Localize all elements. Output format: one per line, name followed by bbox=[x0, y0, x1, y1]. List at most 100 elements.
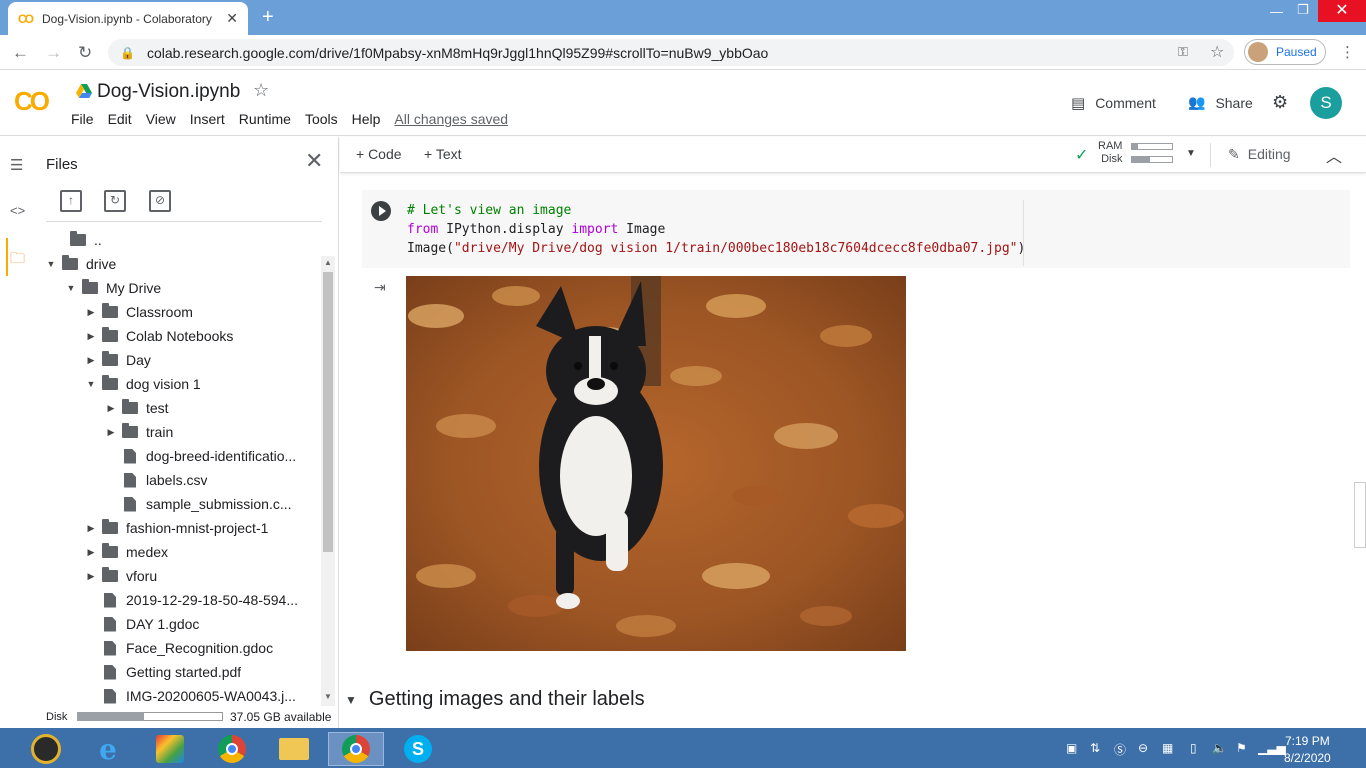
file-tree-row[interactable]: ▶ train bbox=[104, 420, 173, 444]
file-tree-row[interactable]: ▶ Day bbox=[84, 348, 151, 372]
collapse-section-icon[interactable]: ▼ bbox=[345, 693, 357, 707]
volume-icon[interactable]: 🔈 bbox=[1212, 741, 1227, 755]
taskbar-ie[interactable]: e bbox=[88, 732, 128, 766]
browser-tab[interactable]: CO Dog-Vision.ipynb - Colaboratory ✕ bbox=[8, 2, 248, 35]
forward-icon[interactable]: → bbox=[45, 43, 62, 63]
menu-file[interactable]: File bbox=[71, 111, 94, 127]
editing-mode-button[interactable]: ✎ Editing bbox=[1228, 146, 1291, 163]
code-snippets-icon[interactable]: <> bbox=[10, 203, 25, 218]
reload-icon[interactable]: ↻ bbox=[78, 43, 92, 63]
expand-arrow-icon[interactable]: ▶ bbox=[84, 331, 98, 342]
restore-window-icon[interactable]: ❐ bbox=[1297, 2, 1309, 18]
collapse-arrow-icon[interactable]: ▼ bbox=[64, 283, 78, 293]
expand-arrow-icon[interactable]: ▶ bbox=[104, 427, 118, 438]
output-actions-icon[interactable]: ⇥ bbox=[374, 279, 386, 296]
taskbar-explorer[interactable] bbox=[274, 732, 314, 766]
expand-arrow-icon[interactable]: ▶ bbox=[84, 571, 98, 582]
taskbar-chrome[interactable] bbox=[212, 732, 252, 766]
add-text-cell-button[interactable]: + Text bbox=[424, 146, 462, 162]
expand-arrow-icon[interactable]: ▶ bbox=[84, 307, 98, 318]
file-tree-row[interactable]: Getting started.pdf bbox=[84, 660, 241, 684]
back-icon[interactable]: ← bbox=[12, 43, 29, 63]
code-editor[interactable]: # Let's view an image from IPython.displa… bbox=[407, 201, 1025, 258]
menu-edit[interactable]: Edit bbox=[108, 111, 132, 127]
taskbar-skype[interactable]: S bbox=[390, 732, 446, 766]
new-tab-icon[interactable]: + bbox=[262, 6, 274, 29]
file-tree-row[interactable]: ▶ vforu bbox=[84, 564, 157, 588]
file-tree-row[interactable]: ▶ fashion-mnist-project-1 bbox=[84, 516, 268, 540]
file-tree-row[interactable]: labels.csv bbox=[104, 468, 207, 492]
resource-monitor[interactable]: RAM Disk bbox=[1098, 140, 1122, 166]
menu-insert[interactable]: Insert bbox=[190, 111, 225, 127]
menu-help[interactable]: Help bbox=[352, 111, 381, 127]
key-icon[interactable]: ⚿ bbox=[1178, 44, 1188, 60]
browser-menu-icon[interactable]: ⋮ bbox=[1340, 43, 1355, 61]
address-bar[interactable]: 🔒 colab.research.google.com/drive/1f0Mpa… bbox=[108, 39, 1234, 66]
colab-logo[interactable]: CO bbox=[14, 86, 50, 117]
file-tree-scroll-thumb[interactable] bbox=[323, 272, 333, 552]
tray-minus-icon[interactable]: ⊖ bbox=[1138, 741, 1148, 755]
share-button[interactable]: 👥 Share bbox=[1188, 94, 1253, 111]
tray-network-icon[interactable]: ⇅ bbox=[1090, 741, 1100, 755]
bookmark-star-icon[interactable]: ☆ bbox=[1210, 42, 1224, 62]
file-tree-row[interactable]: ▶ medex bbox=[84, 540, 168, 564]
close-window-icon[interactable]: ✕ bbox=[1318, 0, 1366, 22]
close-tab-icon[interactable]: ✕ bbox=[226, 10, 238, 27]
comment-button[interactable]: ▤ Comment bbox=[1071, 94, 1156, 112]
close-files-panel-icon[interactable]: ✕ bbox=[305, 148, 323, 174]
action-center-icon[interactable]: ⚑ bbox=[1236, 741, 1247, 755]
add-code-cell-button[interactable]: + Code bbox=[356, 146, 402, 162]
upload-file-icon[interactable]: ↑ bbox=[60, 190, 82, 212]
settings-gear-icon[interactable]: ⚙ bbox=[1272, 92, 1288, 113]
file-tree-row[interactable]: .. bbox=[66, 228, 102, 252]
collapse-arrow-icon[interactable]: ▼ bbox=[84, 379, 98, 389]
taskbar-chrome-active[interactable] bbox=[328, 732, 384, 766]
tray-skype-icon[interactable]: Ⓢ bbox=[1114, 741, 1126, 758]
collapse-header-icon[interactable]: ︿ bbox=[1326, 143, 1342, 167]
file-tree-row[interactable]: ▼ drive bbox=[44, 252, 116, 276]
file-tree-row[interactable]: ▶ Colab Notebooks bbox=[84, 324, 233, 348]
file-tree-row[interactable]: dog-breed-identificatio... bbox=[104, 444, 296, 468]
tray-chat-icon[interactable]: ▣ bbox=[1066, 741, 1077, 755]
star-notebook-icon[interactable]: ☆ bbox=[253, 80, 269, 101]
expand-arrow-icon[interactable]: ▶ bbox=[84, 547, 98, 558]
file-tree-row[interactable]: ▼ dog vision 1 bbox=[84, 372, 201, 396]
scroll-up-icon[interactable]: ▲ bbox=[324, 258, 332, 267]
collapse-arrow-icon[interactable]: ▼ bbox=[44, 259, 58, 269]
file-tree-row[interactable]: ▶ test bbox=[104, 396, 169, 420]
start-button[interactable] bbox=[26, 732, 66, 766]
menu-tools[interactable]: Tools bbox=[305, 111, 338, 127]
taskbar-app[interactable] bbox=[150, 732, 190, 766]
section-heading[interactable]: ▼ Getting images and their labels bbox=[345, 688, 645, 711]
profile-paused-button[interactable]: Paused bbox=[1244, 39, 1326, 65]
file-tree-row[interactable]: sample_submission.c... bbox=[104, 492, 292, 516]
file-tree-row[interactable]: Face_Recognition.gdoc bbox=[84, 636, 273, 660]
menu-view[interactable]: View bbox=[146, 111, 176, 127]
save-status-link[interactable]: All changes saved bbox=[394, 111, 508, 127]
scroll-down-icon[interactable]: ▼ bbox=[324, 692, 332, 701]
file-tree-row[interactable]: ▼ My Drive bbox=[64, 276, 161, 300]
run-cell-button[interactable] bbox=[371, 201, 391, 221]
file-tree-row[interactable]: ▶ Classroom bbox=[84, 300, 193, 324]
expand-arrow-icon[interactable]: ▶ bbox=[104, 403, 118, 414]
file-tree-row[interactable]: 2019-12-29-18-50-48-594... bbox=[84, 588, 298, 612]
menu-runtime[interactable]: Runtime bbox=[239, 111, 291, 127]
minimize-window-icon[interactable]: — bbox=[1270, 4, 1283, 19]
tray-display-icon[interactable]: ▦ bbox=[1162, 741, 1173, 755]
notebook-title[interactable]: Dog-Vision.ipynb bbox=[97, 81, 240, 103]
file-tree-row[interactable]: DAY 1.gdoc bbox=[84, 612, 199, 636]
unmount-drive-icon[interactable]: ⊘ bbox=[149, 190, 171, 212]
taskbar-clock[interactable]: 7:19 PM 8/2/2020 bbox=[1284, 733, 1331, 767]
refresh-folder-icon[interactable]: ↻ bbox=[104, 190, 126, 212]
notebook-scrollbar-thumb[interactable] bbox=[1354, 482, 1366, 548]
wifi-signal-icon[interactable]: ▁▃▅ bbox=[1258, 741, 1286, 755]
expand-arrow-icon[interactable]: ▶ bbox=[84, 355, 98, 366]
user-avatar[interactable]: S bbox=[1310, 87, 1342, 119]
files-folder-icon[interactable]: 🗀 bbox=[10, 248, 25, 273]
resource-dropdown-icon[interactable]: ▼ bbox=[1186, 148, 1196, 159]
battery-icon[interactable]: ▯ bbox=[1190, 741, 1197, 755]
file-tree-row[interactable]: IMG-20200605-WA0043.j... bbox=[84, 684, 296, 708]
google-drive-icon[interactable] bbox=[76, 84, 92, 98]
table-of-contents-icon[interactable]: ☰ bbox=[10, 156, 23, 174]
expand-arrow-icon[interactable]: ▶ bbox=[84, 523, 98, 534]
